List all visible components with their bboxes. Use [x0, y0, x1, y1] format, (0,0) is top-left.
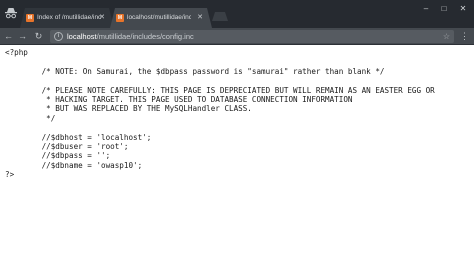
reload-icon[interactable]: ↻: [33, 31, 44, 42]
url-path: /mutillidae/includes/config.inc: [96, 32, 194, 41]
page-content: <?php /* NOTE: On Samurai, the $dbpass p…: [0, 46, 474, 274]
tab-title: Index of /mutillidae/inc: [37, 14, 101, 21]
mutillidae-favicon-icon: M: [116, 14, 124, 22]
forward-arrow-icon[interactable]: →: [17, 31, 28, 42]
tab-close-icon[interactable]: ✕: [99, 8, 105, 28]
url-host: localhost: [67, 32, 97, 41]
tab-close-icon[interactable]: ✕: [197, 8, 203, 28]
code-line: * BUT WAS REPLACED BY THE MySQLHandler C…: [5, 104, 252, 114]
browser-toolbar: ← → ↻ i localhost/mutillidae/includes/co…: [0, 28, 474, 45]
address-url[interactable]: localhost/mutillidae/includes/config.inc: [67, 30, 194, 43]
code-line: */: [5, 113, 56, 123]
code-line: //$dbuser = 'root';: [5, 142, 129, 152]
incognito-icon: [5, 8, 17, 19]
code-line: //$dbhost = 'localhost';: [5, 132, 152, 142]
source-code-text: <?php /* NOTE: On Samurai, the $dbpass p…: [5, 48, 435, 180]
tab-config-inc[interactable]: M localhost/mutillidae/inc ✕: [110, 8, 212, 28]
menu-kebab-icon[interactable]: ⋮: [460, 31, 469, 42]
code-line: /* PLEASE NOTE CAREFULLY: THIS PAGE IS D…: [5, 85, 435, 95]
code-line: ?>: [5, 170, 15, 180]
close-window-button[interactable]: ✕: [457, 4, 469, 14]
tab-title: localhost/mutillidae/inc: [127, 14, 191, 21]
mutillidae-favicon-icon: M: [26, 14, 34, 22]
code-line: * HACKING TARGET. THIS PAGE USED TO DATA…: [5, 95, 353, 105]
tab-index-of-mutillidae[interactable]: M Index of /mutillidae/inc ✕: [20, 8, 114, 28]
address-bar[interactable]: i localhost/mutillidae/includes/config.i…: [50, 30, 454, 43]
info-icon[interactable]: i: [54, 32, 63, 41]
bookmark-star-icon[interactable]: ☆: [443, 30, 450, 43]
code-line: //$dbname = 'owasp10';: [5, 160, 143, 170]
maximize-button[interactable]: □: [438, 4, 450, 14]
new-tab-button[interactable]: [212, 12, 228, 21]
code-line: /* NOTE: On Samurai, the $dbpass passwor…: [5, 66, 385, 76]
minimize-button[interactable]: –: [420, 4, 432, 14]
back-arrow-icon[interactable]: ←: [3, 31, 14, 42]
browser-titlebar: M Index of /mutillidae/inc ✕ M localhost…: [0, 0, 474, 28]
code-line: <?php: [5, 48, 28, 57]
code-line: //$dbpass = '';: [5, 151, 111, 161]
